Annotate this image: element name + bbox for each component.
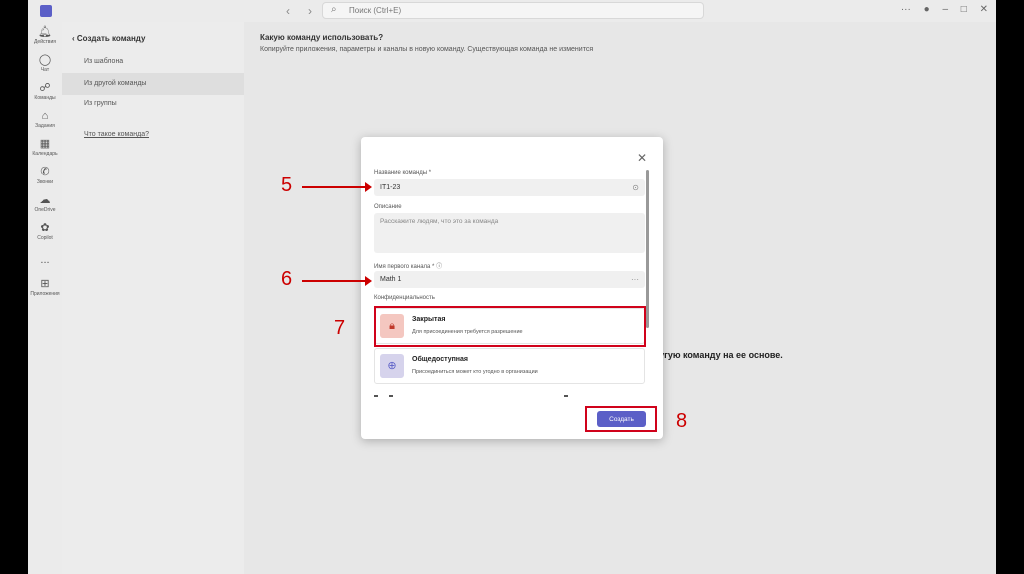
channel-name-field[interactable]: Math 1 ··· [374, 271, 645, 288]
copilot-icon: ✿ [40, 222, 50, 234]
window-controls: ··· ● – □ ✕ [891, 4, 988, 15]
check-icon: ⊙ [632, 183, 639, 192]
description-field[interactable]: Расскажите людям, что это за команда [374, 213, 645, 253]
sidebar-item-from-other-team[interactable]: Из другой команды [62, 73, 244, 95]
annotation-number-6: 6 [281, 268, 293, 290]
annotation-box-create [585, 406, 657, 432]
rail-item-chat[interactable]: ◯ Чат [28, 54, 62, 73]
annotation-box-private [374, 306, 646, 347]
onedrive-icon: ☁ [39, 194, 51, 206]
team-name-field[interactable]: IT1-23 ⊙ [374, 179, 645, 196]
search-box[interactable]: ⌕ Поиск (Ctrl+E) [322, 2, 704, 19]
create-team-dialog: ✕ Название команды * IT1-23 ⊙ Описание Р… [361, 137, 663, 439]
apps-icon: ⊞ [40, 278, 50, 290]
annotation-arrow-5 [302, 182, 372, 192]
sidebar-item-from-group[interactable]: Из группы [62, 93, 244, 115]
more-options-icon[interactable]: ··· [901, 4, 911, 15]
search-icon: ⌕ [331, 4, 337, 15]
rail-item-calendar[interactable]: ▦ Календарь [28, 138, 62, 157]
assignments-icon: ⌂ [41, 110, 49, 122]
annotation-arrow-6 [302, 276, 372, 286]
rail-item-onedrive[interactable]: ☁ OneDrive [28, 194, 62, 213]
back-to-create-team[interactable]: ‹ Создать команду [72, 34, 145, 43]
sidebar-item-from-template[interactable]: Из шаблона [62, 51, 244, 73]
page-subtitle: Копируйте приложения, параметры и каналы… [260, 46, 594, 53]
rail-item-more[interactable]: ... [28, 254, 62, 266]
page-hint: другую команду на ее основе. [648, 350, 783, 360]
globe-icon: ⊕ [380, 354, 404, 378]
teams-logo [40, 5, 52, 17]
description-label: Описание [374, 204, 402, 210]
rail-item-copilot[interactable]: ✿ Copilot [28, 222, 62, 241]
title-bar: ‹› ⌕ Поиск (Ctrl+E) ··· ● – □ ✕ [28, 0, 996, 22]
info-icon: ⓘ [436, 264, 443, 270]
scrollbar[interactable] [646, 170, 649, 328]
privacy-label: Конфиденциальность [374, 295, 435, 301]
teams-icon: ☍ [39, 82, 51, 94]
maximize-icon[interactable]: □ [961, 4, 967, 15]
bell-icon: 🔔︎ [38, 26, 52, 38]
rail-item-apps[interactable]: ⊞ Приложения [28, 278, 62, 297]
avatar[interactable]: ● [924, 4, 930, 15]
calendar-icon: ▦ [39, 138, 51, 150]
chat-icon: ◯ [38, 54, 52, 66]
privacy-option-public[interactable]: ⊕ Общедоступная Присоединиться может кто… [374, 348, 645, 384]
minimize-icon[interactable]: – [942, 4, 948, 15]
annotation-number-5: 5 [281, 174, 293, 196]
search-input[interactable]: Поиск (Ctrl+E) [349, 6, 401, 15]
more-icon: ... [40, 254, 50, 266]
side-panel: ‹ Создать команду Из шаблона Из другой к… [62, 22, 244, 574]
annotation-number-8: 8 [676, 410, 688, 432]
channel-name-label: Имя первого канала * ⓘ [374, 264, 443, 270]
rail-item-activity[interactable]: 🔔︎ Действия [28, 26, 62, 45]
page-title: Какую команду использовать? [260, 33, 384, 42]
close-icon[interactable]: ✕ [637, 151, 647, 165]
team-name-label: Название команды * [374, 170, 432, 176]
close-window-icon[interactable]: ✕ [980, 4, 988, 15]
what-is-team-link[interactable]: Что такое команда? [84, 131, 149, 138]
truncated-text-divider [374, 395, 568, 397]
rail-item-assignments[interactable]: ⌂ Задания [28, 110, 62, 129]
annotation-number-7: 7 [334, 317, 346, 339]
calls-icon: ✆ [40, 166, 50, 178]
app-rail: 🔔︎ Действия ◯ Чат ☍ Команды ⌂ Задания ▦ Кален… [28, 22, 62, 574]
more-options-icon[interactable]: ··· [631, 271, 639, 288]
rail-item-calls[interactable]: ✆ Звонки [28, 166, 62, 185]
rail-item-teams[interactable]: ☍ Команды [28, 82, 62, 101]
